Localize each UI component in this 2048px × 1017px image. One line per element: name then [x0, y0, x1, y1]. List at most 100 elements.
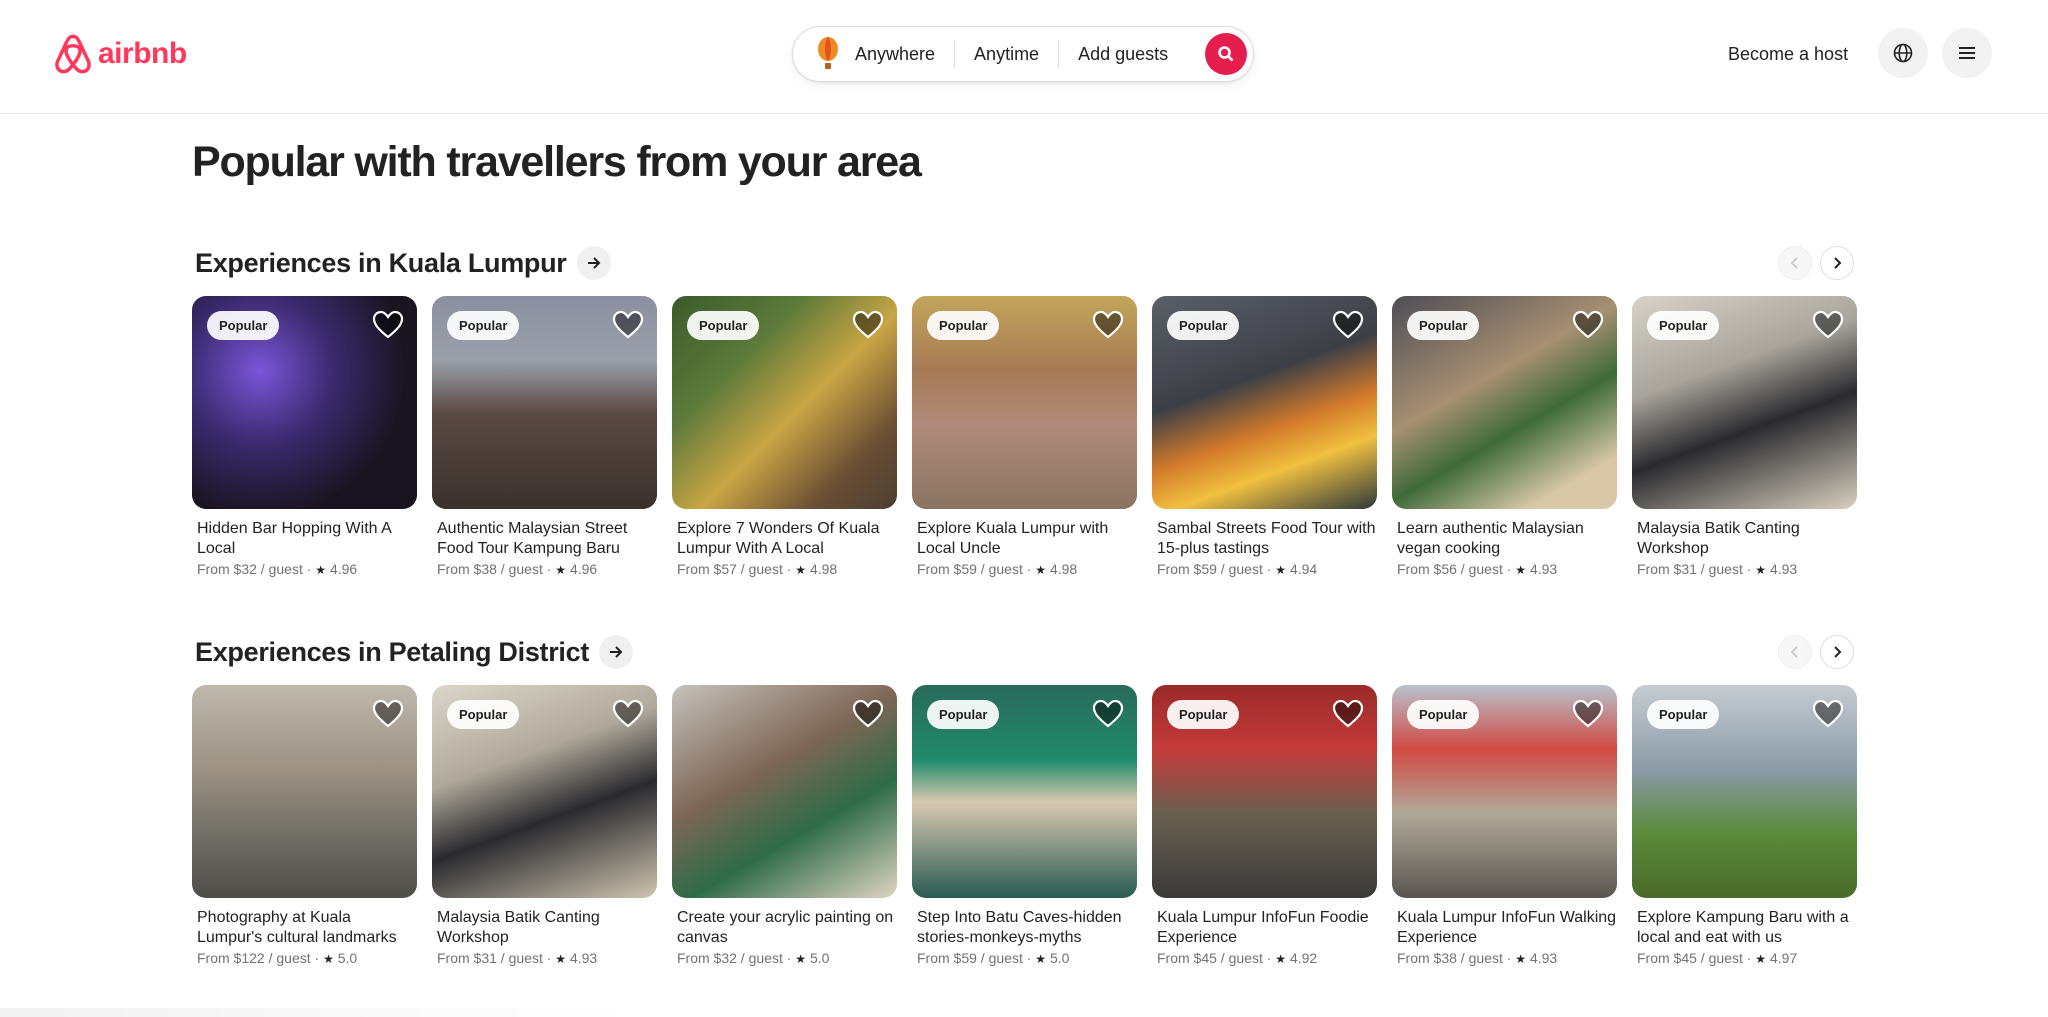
heart-icon[interactable]	[852, 309, 884, 341]
experience-card[interactable]: Popular Explore Kampung Baru with a loca…	[1632, 685, 1857, 966]
heart-icon[interactable]	[372, 698, 404, 730]
experience-card[interactable]: Create your acrylic painting on canvas F…	[672, 685, 897, 966]
airbnb-logo-icon	[55, 34, 91, 74]
heart-icon[interactable]	[1332, 309, 1364, 341]
experience-photo[interactable]: Popular	[1632, 685, 1857, 898]
section-title-link[interactable]: Experiences in Petaling District	[195, 635, 634, 669]
carousel-prev-button[interactable]	[1778, 635, 1812, 669]
card-meta: From $59 / guest · ★ 4.94	[1157, 561, 1318, 577]
card-rating: 4.94	[1289, 561, 1318, 577]
experience-photo[interactable]: Popular	[192, 296, 417, 509]
card-meta: From $59 / guest · ★ 5.0	[917, 950, 1070, 966]
experience-card[interactable]: Popular Malaysia Batik Canting Workshop …	[1632, 296, 1857, 577]
card-meta: From $31 / guest · ★ 4.93	[1637, 561, 1798, 577]
carousel-next-button[interactable]	[1820, 635, 1854, 669]
star-icon: ★	[1035, 563, 1047, 577]
card-price: From $56 / guest	[1397, 561, 1503, 577]
airbnb-logo[interactable]: airbnb	[54, 34, 187, 74]
card-title[interactable]: Create your acrylic painting on canvas	[672, 908, 897, 948]
heart-icon[interactable]	[1572, 698, 1604, 730]
experience-photo[interactable]: Popular	[1392, 685, 1617, 898]
card-title[interactable]: Malaysia Batik Canting Workshop	[432, 908, 657, 948]
language-button[interactable]	[1878, 28, 1928, 78]
experience-card[interactable]: Photography at Kuala Lumpur's cultural l…	[192, 685, 417, 966]
card-meta: From $45 / guest · ★ 4.92	[1157, 950, 1318, 966]
heart-icon[interactable]	[852, 698, 884, 730]
heart-icon[interactable]	[612, 698, 644, 730]
card-price: From $38 / guest	[1397, 950, 1503, 966]
carousel-next-button[interactable]	[1820, 246, 1854, 280]
star-icon: ★	[1275, 563, 1287, 577]
experience-card[interactable]: Popular Explore Kuala Lumpur with Local …	[912, 296, 1137, 577]
experience-card[interactable]: Popular Kuala Lumpur InfoFun Foodie Expe…	[1152, 685, 1377, 966]
heart-icon[interactable]	[1812, 698, 1844, 730]
heart-icon[interactable]	[612, 309, 644, 341]
heart-icon[interactable]	[1092, 309, 1124, 341]
section-title: Experiences in Kuala Lumpur	[195, 247, 567, 278]
heart-icon[interactable]	[1332, 698, 1364, 730]
card-rating: 4.93	[1769, 561, 1798, 577]
arrow-right-icon[interactable]	[576, 246, 611, 280]
experience-photo[interactable]: Popular	[1152, 685, 1377, 898]
card-title[interactable]: Explore Kuala Lumpur with Local Uncle	[912, 519, 1137, 559]
experience-card[interactable]: Popular Step Into Batu Caves-hidden stor…	[912, 685, 1137, 966]
search-add-guests[interactable]: Add guests	[1059, 44, 1187, 65]
experience-card[interactable]: Popular Hidden Bar Hopping With A Local …	[192, 296, 417, 577]
experience-card[interactable]: Popular Malaysia Batik Canting Workshop …	[432, 685, 657, 966]
section-title: Experiences in Petaling District	[195, 636, 590, 667]
carousel-nav	[1778, 246, 1854, 280]
experience-card[interactable]: Popular Sambal Streets Food Tour with 15…	[1152, 296, 1377, 577]
card-title[interactable]: Sambal Streets Food Tour with 15-plus ta…	[1152, 519, 1377, 559]
experience-photo[interactable]	[672, 685, 897, 898]
card-title[interactable]: Learn authentic Malaysian vegan cooking	[1392, 519, 1617, 559]
experience-card[interactable]: Popular Authentic Malaysian Street Food …	[432, 296, 657, 577]
section-title-link[interactable]: Experiences in Kuala Lumpur	[195, 246, 611, 280]
carousel-prev-button[interactable]	[1778, 246, 1812, 280]
card-title[interactable]: Kuala Lumpur InfoFun Walking Experience	[1392, 908, 1617, 948]
card-title[interactable]: Step Into Batu Caves-hidden stories-monk…	[912, 908, 1137, 948]
search-anytime[interactable]: Anytime	[955, 44, 1058, 65]
card-meta: From $38 / guest · ★ 4.93	[1397, 950, 1558, 966]
card-rating: 5.0	[337, 950, 358, 966]
heart-icon[interactable]	[372, 309, 404, 341]
heart-icon[interactable]	[1572, 309, 1604, 341]
card-price: From $59 / guest	[917, 950, 1023, 966]
search-anywhere[interactable]: Anywhere	[839, 44, 954, 65]
star-icon: ★	[555, 563, 567, 577]
experience-card[interactable]: Popular Kuala Lumpur InfoFun Walking Exp…	[1392, 685, 1617, 966]
card-title[interactable]: Authentic Malaysian Street Food Tour Kam…	[432, 519, 657, 559]
search-button[interactable]	[1205, 33, 1247, 75]
become-host-link[interactable]: Become a host	[1712, 40, 1864, 69]
experience-card[interactable]: Popular Learn authentic Malaysian vegan …	[1392, 296, 1617, 577]
star-icon: ★	[1275, 952, 1287, 966]
card-price: From $31 / guest	[437, 950, 543, 966]
experience-photo[interactable]: Popular	[1392, 296, 1617, 509]
star-icon: ★	[1515, 563, 1527, 577]
arrow-right-icon[interactable]	[599, 635, 634, 669]
star-icon: ★	[1515, 952, 1527, 966]
experience-card[interactable]: Popular Explore 7 Wonders Of Kuala Lumpu…	[672, 296, 897, 577]
experience-photo[interactable]: Popular	[912, 296, 1137, 509]
card-title[interactable]: Kuala Lumpur InfoFun Foodie Experience	[1152, 908, 1377, 948]
heart-icon[interactable]	[1092, 698, 1124, 730]
card-title[interactable]: Hidden Bar Hopping With A Local	[192, 519, 417, 559]
menu-button[interactable]	[1942, 28, 1992, 78]
page-footer-shadow	[0, 1008, 640, 1017]
card-title[interactable]: Explore Kampung Baru with a local and ea…	[1632, 908, 1857, 948]
star-icon: ★	[555, 952, 567, 966]
card-title[interactable]: Malaysia Batik Canting Workshop	[1632, 519, 1857, 559]
experience-photo[interactable]	[192, 685, 417, 898]
experience-photo[interactable]: Popular	[1152, 296, 1377, 509]
search-bar[interactable]: Anywhere Anytime Add guests	[792, 26, 1254, 82]
experience-photo[interactable]: Popular	[432, 685, 657, 898]
experience-photo[interactable]: Popular	[672, 296, 897, 509]
card-title[interactable]: Photography at Kuala Lumpur's cultural l…	[192, 908, 417, 948]
experience-photo[interactable]: Popular	[432, 296, 657, 509]
header: airbnb Anywhere Anytime Add guests Becom…	[0, 0, 2048, 114]
card-meta: From $32 / guest · ★ 4.96	[197, 561, 358, 577]
popular-badge: Popular	[1647, 700, 1720, 729]
experience-photo[interactable]: Popular	[1632, 296, 1857, 509]
card-title[interactable]: Explore 7 Wonders Of Kuala Lumpur With A…	[672, 519, 897, 559]
experience-photo[interactable]: Popular	[912, 685, 1137, 898]
heart-icon[interactable]	[1812, 309, 1844, 341]
